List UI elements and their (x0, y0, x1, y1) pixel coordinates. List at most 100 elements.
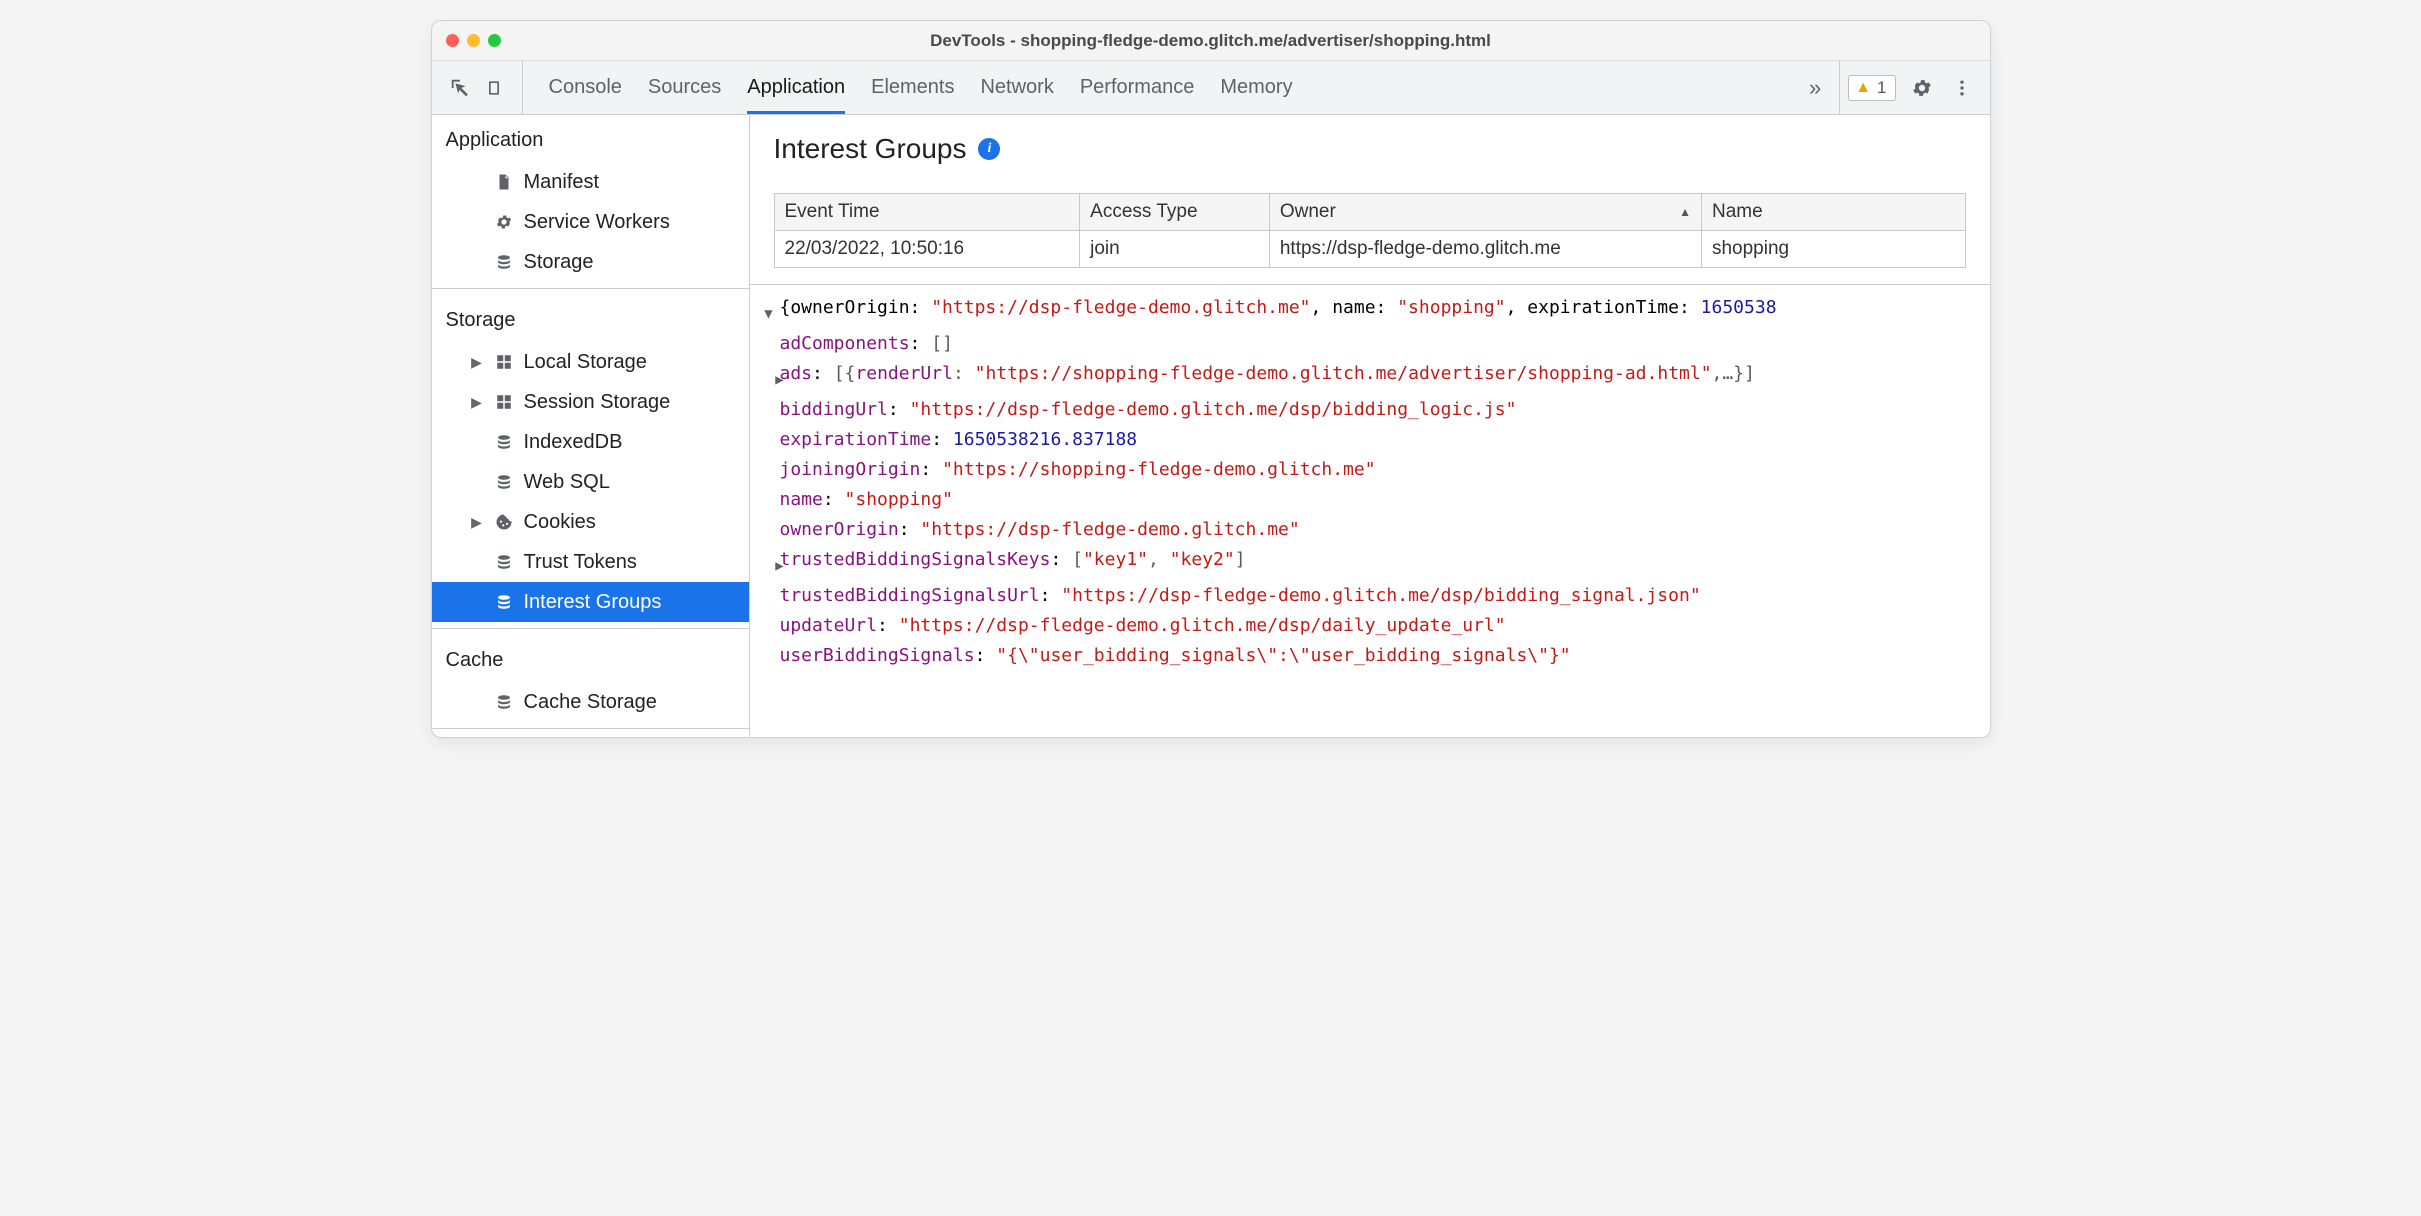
interest-groups-table: Event TimeAccess TypeOwner▲Name 22/03/20… (774, 193, 1966, 268)
warnings-badge[interactable]: ▲ 1 (1848, 75, 1895, 101)
caret-icon (758, 485, 780, 491)
object-line: trustedBiddingSignalsKeys: ["key1", "key… (780, 545, 1246, 575)
db-icon (494, 692, 514, 712)
col-access-type[interactable]: Access Type (1080, 194, 1270, 231)
sidebar-item-web-sql[interactable]: Web SQL (432, 462, 749, 502)
caret-down-icon: ▼ (758, 293, 780, 329)
page-title-text: Interest Groups (774, 133, 967, 165)
sidebar-item-cache-storage[interactable]: Cache Storage (432, 682, 749, 722)
sidebar-item-label: IndexedDB (524, 431, 623, 454)
object-line: adComponents: [] (780, 329, 953, 359)
sidebar-section-application: Application (432, 115, 749, 162)
caret-icon (758, 641, 780, 647)
file-icon (494, 172, 514, 192)
kebab-menu-icon[interactable] (1948, 74, 1976, 102)
gear-icon (494, 212, 514, 232)
sidebar-item-label: Cookies (524, 511, 596, 534)
tab-application[interactable]: Application (747, 61, 845, 114)
device-toggle-icon[interactable] (480, 74, 508, 102)
object-property-ads[interactable]: ▶ads: [{renderUrl: "https://shopping-fle… (758, 359, 1990, 395)
sidebar-item-indexeddb[interactable]: IndexedDB (432, 422, 749, 462)
col-name[interactable]: Name (1701, 194, 1965, 231)
cookie-icon (494, 512, 514, 532)
caret-icon (758, 611, 780, 617)
object-summary: {ownerOrigin: "https://dsp-fledge-demo.g… (780, 293, 1777, 323)
col-event-time[interactable]: Event Time (774, 194, 1080, 231)
object-line: ads: [{renderUrl: "https://shopping-fled… (780, 359, 1755, 389)
window-close-button[interactable] (446, 34, 459, 47)
caret-icon: ▶ (470, 354, 484, 371)
caret-icon (758, 515, 780, 521)
db-icon (494, 472, 514, 492)
object-property-updateUrl: updateUrl: "https://dsp-fledge-demo.glit… (758, 611, 1990, 641)
sidebar-item-label: Manifest (524, 171, 600, 194)
table-row[interactable]: 22/03/2022, 10:50:16joinhttps://dsp-fled… (774, 231, 1965, 268)
more-tabs-button[interactable]: » (1791, 61, 1839, 114)
window-maximize-button[interactable] (488, 34, 501, 47)
main-header: Interest Groups i (750, 115, 1990, 179)
tab-sources[interactable]: Sources (648, 61, 721, 114)
sidebar-item-service-workers[interactable]: Service Workers (432, 202, 749, 242)
titlebar: DevTools - shopping-fledge-demo.glitch.m… (432, 21, 1990, 61)
tab-performance[interactable]: Performance (1080, 61, 1195, 114)
devtools-window: DevTools - shopping-fledge-demo.glitch.m… (431, 20, 1991, 738)
tab-network[interactable]: Network (980, 61, 1053, 114)
object-property-joiningOrigin: joiningOrigin: "https://shopping-fledge-… (758, 455, 1990, 485)
table-cell: join (1080, 231, 1270, 268)
body: Application Manifest Service Workers Storag… (432, 115, 1990, 737)
caret-icon: ▶ (470, 394, 484, 411)
toolbar: Console Sources Application Elements Network… (432, 61, 1990, 115)
object-line: ownerOrigin: "https://dsp-fledge-demo.gl… (780, 515, 1300, 545)
sidebar-item-manifest[interactable]: Manifest (432, 162, 749, 202)
warning-count: 1 (1877, 78, 1886, 98)
caret-icon: ▶ (758, 545, 780, 581)
sidebar-item-label: Storage (524, 251, 594, 274)
sidebar-item-trust-tokens[interactable]: Trust Tokens (432, 542, 749, 582)
object-property-expirationTime: expirationTime: 1650538216.837188 (758, 425, 1990, 455)
sidebar-item-label: Trust Tokens (524, 551, 637, 574)
sidebar-item-local-storage[interactable]: ▶Local Storage (432, 342, 749, 382)
info-icon[interactable]: i (978, 138, 1000, 160)
object-line: updateUrl: "https://dsp-fledge-demo.glit… (780, 611, 1506, 641)
table-cell: 22/03/2022, 10:50:16 (774, 231, 1080, 268)
tab-elements[interactable]: Elements (871, 61, 954, 114)
grid-icon (494, 392, 514, 412)
sidebar-item-label: Web SQL (524, 471, 610, 494)
toolbar-right: ▲ 1 (1839, 61, 1989, 114)
object-property-trustedBiddingSignalsKeys[interactable]: ▶trustedBiddingSignalsKeys: ["key1", "ke… (758, 545, 1990, 581)
object-line: name: "shopping" (780, 485, 953, 515)
object-summary-row[interactable]: ▼{ownerOrigin: "https://dsp-fledge-demo.… (758, 293, 1990, 329)
tab-console[interactable]: Console (549, 61, 622, 114)
tab-memory[interactable]: Memory (1220, 61, 1292, 114)
table-header-row: Event TimeAccess TypeOwner▲Name (774, 194, 1965, 231)
main-panel: Interest Groups i Event TimeAccess TypeO… (750, 115, 1990, 737)
sidebar-item-interest-groups[interactable]: Interest Groups (432, 582, 749, 622)
caret-icon (758, 455, 780, 461)
db-icon (494, 552, 514, 572)
page-title: Interest Groups i (774, 133, 1966, 165)
table-cell: shopping (1701, 231, 1965, 268)
sidebar-divider (432, 728, 749, 729)
sidebar-item-label: Service Workers (524, 211, 670, 234)
sort-asc-icon: ▲ (1679, 205, 1691, 219)
object-viewer: ▼{ownerOrigin: "https://dsp-fledge-demo.… (750, 285, 1990, 679)
caret-icon (758, 425, 780, 431)
object-property-adComponents: adComponents: [] (758, 329, 1990, 359)
sidebar-item-storage[interactable]: Storage (432, 242, 749, 282)
sidebar-divider (432, 628, 749, 629)
toolbar-left (432, 61, 523, 114)
sidebar: Application Manifest Service Workers Storag… (432, 115, 750, 737)
object-line: userBiddingSignals: "{\"user_bidding_sig… (780, 641, 1571, 671)
col-owner[interactable]: Owner▲ (1269, 194, 1701, 231)
settings-icon[interactable] (1908, 74, 1936, 102)
sidebar-section-storage: Storage (432, 295, 749, 342)
sidebar-item-cookies[interactable]: ▶Cookies (432, 502, 749, 542)
sidebar-item-label: Interest Groups (524, 591, 662, 614)
window-title: DevTools - shopping-fledge-demo.glitch.m… (432, 31, 1990, 51)
object-line: expirationTime: 1650538216.837188 (780, 425, 1138, 455)
inspect-element-icon[interactable] (446, 74, 474, 102)
window-minimize-button[interactable] (467, 34, 480, 47)
object-property-biddingUrl: biddingUrl: "https://dsp-fledge-demo.gli… (758, 395, 1990, 425)
object-line: joiningOrigin: "https://shopping-fledge-… (780, 455, 1376, 485)
sidebar-item-session-storage[interactable]: ▶Session Storage (432, 382, 749, 422)
